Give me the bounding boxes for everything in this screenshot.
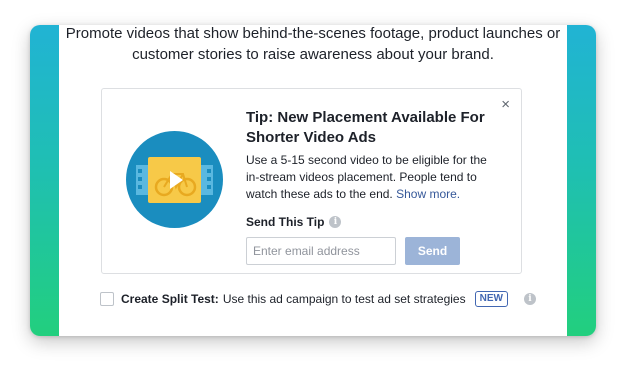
content-panel: Promote videos that show behind-the-scen…: [59, 25, 567, 336]
tip-body: Tip: New Placement Available For Shorter…: [246, 108, 496, 265]
split-test-row: Create Split Test: Use this ad campaign …: [100, 291, 536, 307]
tip-card: × Tip: New Placement Available For Short…: [101, 88, 522, 274]
intro-line-1: Promote videos that show behind-the-scen…: [65, 25, 561, 42]
close-icon[interactable]: ×: [501, 97, 510, 112]
window-frame: Promote videos that show behind-the-scen…: [30, 25, 596, 336]
send-button[interactable]: Send: [405, 237, 460, 265]
info-icon[interactable]: i: [524, 293, 536, 305]
split-test-description: Use this ad campaign to test ad set stra…: [222, 292, 466, 306]
new-badge: NEW: [474, 291, 508, 307]
email-input[interactable]: [246, 237, 396, 265]
intro-text: Promote videos that show behind-the-scen…: [59, 25, 567, 65]
send-tip-form: Send: [246, 237, 496, 265]
tip-text: Use a 5-15 second video to be eligible f…: [246, 152, 496, 203]
bicycle-video-icon: [126, 131, 223, 228]
split-test-label: Create Split Test:: [121, 292, 219, 306]
show-more-link[interactable]: Show more.: [396, 187, 460, 201]
split-test-checkbox[interactable]: [100, 292, 114, 306]
send-tip-row: Send This Tip i: [246, 215, 496, 229]
send-tip-label: Send This Tip: [246, 215, 325, 229]
intro-line-2: customer stories to raise awareness abou…: [132, 46, 494, 63]
tip-title: Tip: New Placement Available For Shorter…: [246, 109, 485, 146]
info-icon[interactable]: i: [329, 216, 342, 228]
